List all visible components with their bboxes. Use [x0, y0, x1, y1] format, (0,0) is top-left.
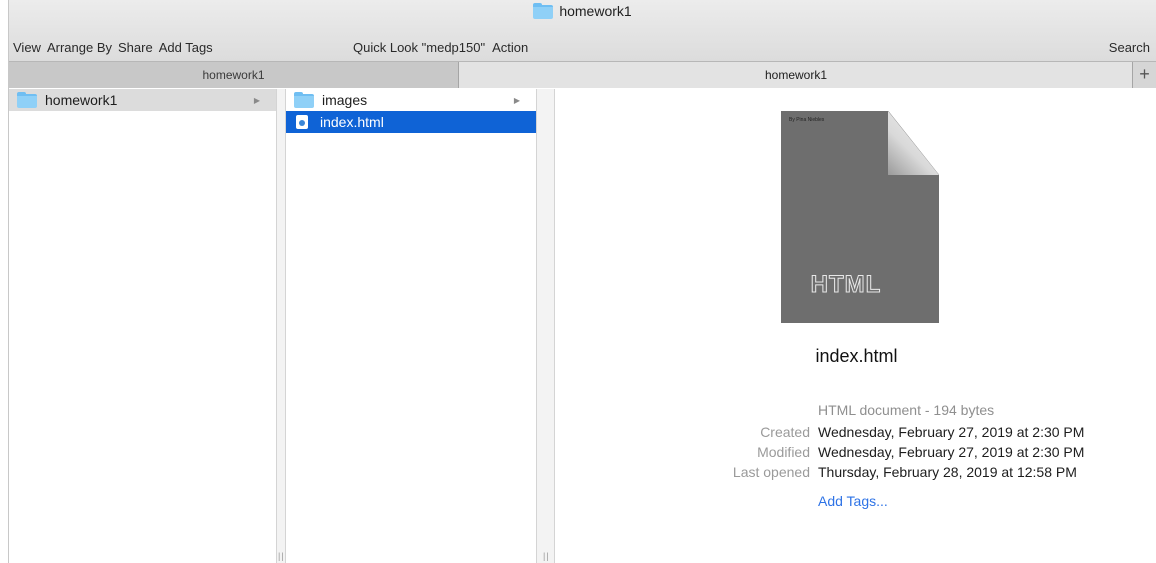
arrange-by-button[interactable]: Arrange By: [47, 40, 112, 55]
add-tags-link[interactable]: Add Tags...: [818, 493, 888, 509]
window-title-text: homework1: [559, 3, 632, 19]
search-button[interactable]: Search: [1109, 40, 1150, 55]
preview-file-kind: HTML document - 194 bytes: [818, 402, 995, 418]
metadata-key: Last opened: [732, 464, 810, 480]
window-title: homework1: [9, 3, 1156, 19]
toolbar: View Arrange By Share Add Tags Quick Loo…: [9, 38, 1156, 58]
html-file-icon: [296, 115, 308, 129]
folder-icon: [294, 92, 314, 108]
add-tags-button[interactable]: Add Tags: [159, 40, 213, 55]
metadata-row-last-opened: Last opened Thursday, February 28, 2019 …: [556, 464, 1156, 484]
toolbar-left-group: View Arrange By Share Add Tags: [13, 40, 213, 55]
metadata-key: Modified: [757, 444, 810, 460]
thumbnail-type-label: HTML: [810, 271, 882, 299]
toolbar-center-group: Quick Look "medp150" Action: [353, 40, 528, 55]
resize-handle-icon[interactable]: ||: [543, 551, 550, 561]
list-item-homework1[interactable]: homework1 ▶: [9, 89, 276, 111]
title-bar: homework1 View Arrange By Share Add Tags…: [9, 0, 1156, 62]
metadata-row-modified: Modified Wednesday, February 27, 2019 at…: [556, 444, 1156, 464]
tab-bar: homework1 homework1 +: [9, 62, 1156, 88]
tab-homework1-first[interactable]: homework1: [9, 62, 459, 88]
metadata-value: Wednesday, February 27, 2019 at 2:30 PM: [818, 424, 1085, 440]
metadata-list: Created Wednesday, February 27, 2019 at …: [556, 424, 1156, 484]
view-button[interactable]: View: [13, 40, 41, 55]
item-label: index.html: [320, 114, 384, 130]
item-label: homework1: [45, 92, 118, 108]
metadata-value: Thursday, February 28, 2019 at 12:58 PM: [818, 464, 1077, 480]
disclosure-arrow-icon: ▶: [513, 95, 520, 105]
metadata-key: Created: [760, 424, 810, 440]
column-divider[interactable]: ||: [277, 89, 285, 563]
column-divider[interactable]: ||: [537, 89, 555, 563]
thumbnail-text: By Pina Niebles: [789, 117, 825, 123]
folder-icon: [17, 92, 37, 108]
column-2: images ▶ index.html: [285, 89, 537, 563]
action-button[interactable]: Action: [492, 40, 528, 55]
tab-homework1-active[interactable]: homework1: [459, 62, 1133, 88]
item-label: images: [322, 92, 368, 108]
metadata-value: Wednesday, February 27, 2019 at 2:30 PM: [818, 444, 1085, 460]
disclosure-arrow-icon: ▶: [253, 95, 260, 105]
metadata-row-created: Created Wednesday, February 27, 2019 at …: [556, 424, 1156, 444]
column-1: homework1 ▶: [9, 89, 277, 563]
file-thumbnail: By Pina Niebles HTML: [781, 111, 939, 323]
share-button[interactable]: Share: [118, 40, 153, 55]
quick-look-button[interactable]: Quick Look "medp150": [353, 40, 485, 55]
list-item-index-html[interactable]: index.html: [286, 111, 536, 133]
folder-icon: [533, 3, 554, 19]
resize-handle-icon[interactable]: ||: [278, 551, 285, 561]
finder-window: homework1 View Arrange By Share Add Tags…: [8, 0, 1156, 563]
preview-pane: By Pina Niebles HTML index.html HTML doc…: [556, 89, 1156, 563]
list-item-images[interactable]: images ▶: [286, 89, 536, 111]
new-tab-button[interactable]: +: [1132, 62, 1156, 88]
preview-file-name: index.html: [815, 346, 898, 366]
